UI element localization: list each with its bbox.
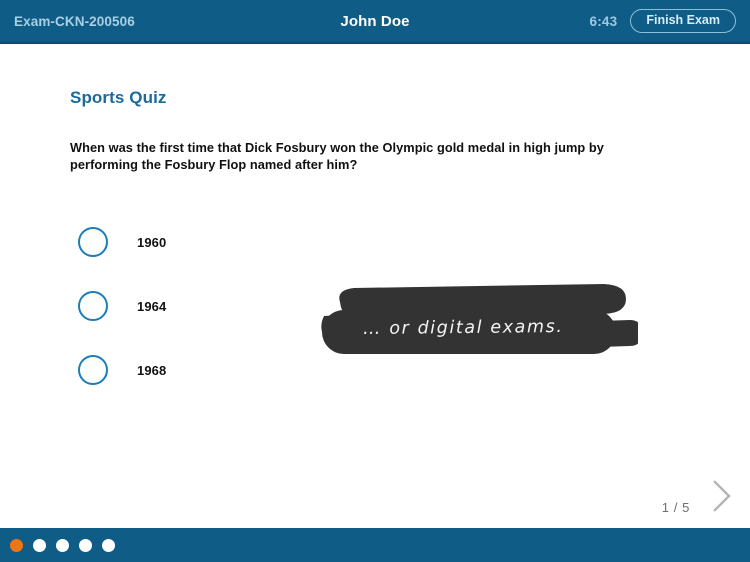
chevron-right-icon xyxy=(713,480,731,512)
annotation-text: … or digital exams. xyxy=(362,316,564,340)
header-right-group: 6:43 Finish Exam xyxy=(590,9,736,33)
answer-option-3[interactable]: 1968 xyxy=(78,338,166,402)
exam-timer: 6:43 xyxy=(589,13,618,29)
answer-option-label: 1964 xyxy=(137,298,167,314)
page-indicator: 1 / 5 xyxy=(661,500,690,515)
next-page-button[interactable] xyxy=(704,472,738,520)
page-dot-4[interactable] xyxy=(79,538,92,552)
page-dot-5[interactable] xyxy=(102,538,115,552)
quiz-title: Sports Quiz xyxy=(70,88,167,107)
annotation-overlay: … or digital exams. xyxy=(318,282,638,362)
question-text: When was the first time that Dick Fosbur… xyxy=(70,140,604,172)
page-dot-2[interactable] xyxy=(33,538,46,552)
quiz-content-area: Sports Quiz When was the first time that… xyxy=(0,44,750,528)
answer-options-list: 1960 1964 1968 xyxy=(78,210,166,402)
exam-footer xyxy=(0,528,750,562)
brush-stroke-icon xyxy=(321,284,638,354)
answer-option-2[interactable]: 1964 xyxy=(78,274,166,338)
radio-button-icon[interactable] xyxy=(78,227,108,257)
finish-exam-button[interactable]: Finish Exam xyxy=(630,9,736,33)
page-dot-1[interactable] xyxy=(10,538,23,552)
answer-option-1[interactable]: 1960 xyxy=(78,210,166,274)
exam-header: Exam-CKN-200506 John Doe 6:43 Finish Exa… xyxy=(0,0,750,44)
answer-option-label: 1968 xyxy=(137,362,167,378)
radio-button-icon[interactable] xyxy=(78,291,108,321)
radio-button-icon[interactable] xyxy=(78,355,108,385)
answer-option-label: 1960 xyxy=(137,234,167,250)
page-dot-3[interactable] xyxy=(56,538,69,552)
page-dots-nav xyxy=(10,538,115,552)
